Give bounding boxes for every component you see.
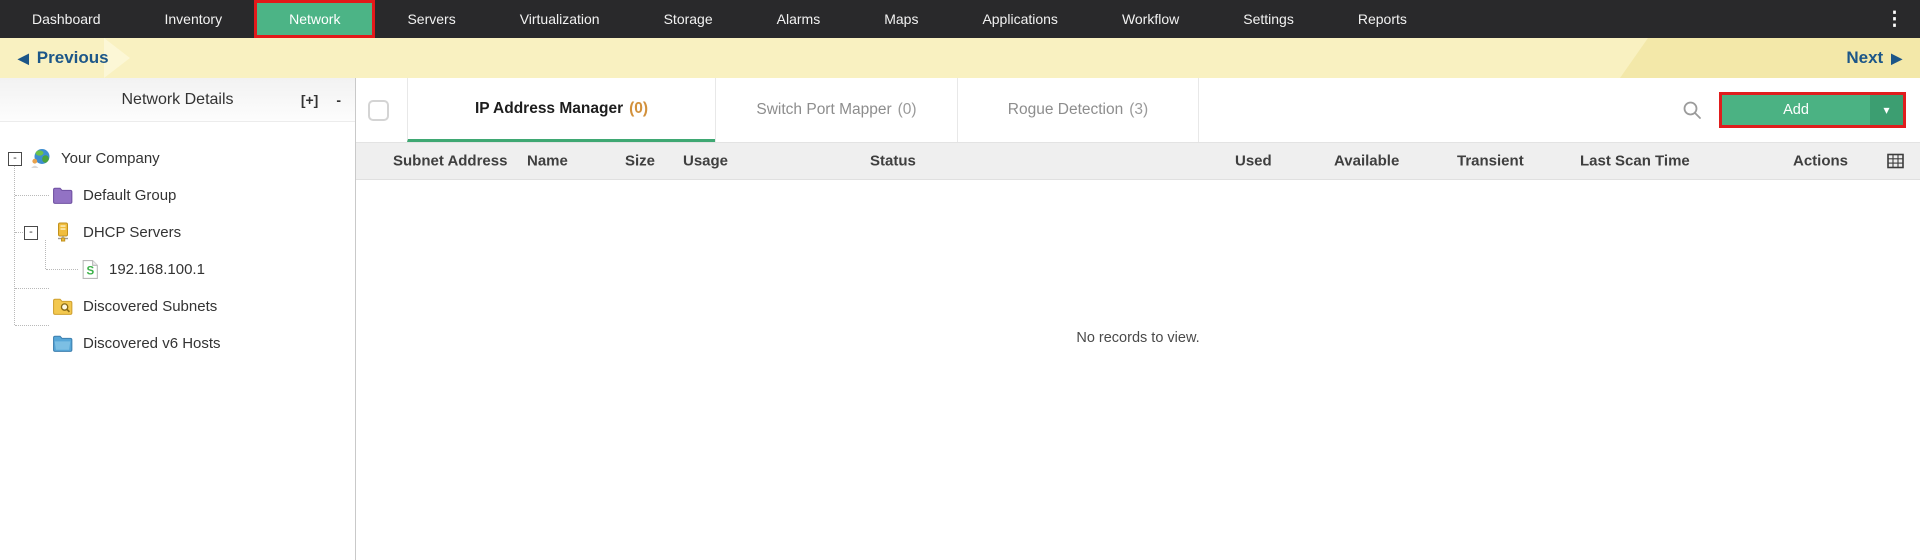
nav-item-settings[interactable]: Settings [1211, 0, 1326, 38]
column-chooser-icon[interactable] [1887, 154, 1904, 169]
tree-connector [45, 240, 46, 269]
blue-folder-icon [52, 334, 73, 353]
nav-item-dashboard[interactable]: Dashboard [0, 0, 133, 38]
column-header-last-scan-time[interactable]: Last Scan Time [1580, 153, 1690, 170]
tab-count: (3) [1129, 101, 1148, 119]
tab-label: Rogue Detection [1008, 101, 1123, 119]
tab-rogue-detection[interactable]: Rogue Detection (3) [957, 78, 1199, 142]
tree-item-label: DHCP Servers [83, 224, 181, 241]
column-header-usage[interactable]: Usage [683, 153, 728, 170]
collapse-toggle-icon[interactable]: - [24, 226, 38, 240]
tree-item-dhcp-servers[interactable]: - DHCP Servers [0, 214, 355, 251]
tree-connector [15, 325, 49, 326]
tree-item-discovered-v6-hosts[interactable]: Discovered v6 Hosts [0, 325, 355, 362]
subnet-document-icon: S [82, 259, 99, 280]
column-header-status[interactable]: Status [870, 153, 916, 170]
tree-item-default-group[interactable]: Default Group [0, 177, 355, 214]
tab-count: (0) [898, 101, 917, 119]
previous-button[interactable]: ◀ Previous [18, 48, 109, 68]
tree-item-discovered-subnets[interactable]: Discovered Subnets [0, 288, 355, 325]
tree-connector [46, 269, 78, 270]
tab-ip-address-manager[interactable]: IP Address Manager (0) [407, 78, 715, 142]
next-button[interactable]: Next ▶ [1846, 48, 1902, 68]
network-details-sidebar: Network Details [+] - - [0, 78, 356, 560]
purple-folder-icon [52, 186, 73, 205]
column-header-name[interactable]: Name [527, 153, 568, 170]
nav-item-servers[interactable]: Servers [375, 0, 487, 38]
main-panel: IP Address Manager (0) Switch Port Mappe… [356, 78, 1920, 560]
nav-item-alarms[interactable]: Alarms [745, 0, 853, 38]
tab-label: IP Address Manager [475, 100, 623, 118]
expand-all-button[interactable]: [+] [301, 92, 319, 108]
nav-item-maps[interactable]: Maps [852, 0, 950, 38]
tree-item-label: Discovered Subnets [83, 298, 217, 315]
empty-table-message: No records to view. [356, 330, 1920, 346]
search-icon[interactable] [1682, 100, 1703, 121]
kebab-menu-icon[interactable]: ⋮ [1869, 0, 1920, 38]
add-dropdown-caret-icon[interactable]: ▾ [1870, 95, 1903, 125]
sidebar-header: Network Details [+] - [0, 78, 355, 122]
column-header-available[interactable]: Available [1334, 153, 1399, 170]
dhcp-server-icon [52, 222, 73, 243]
nav-item-workflow[interactable]: Workflow [1090, 0, 1211, 38]
column-header-actions[interactable]: Actions [1793, 153, 1848, 170]
tree-item-label: 192.168.100.1 [109, 261, 205, 278]
select-all-checkbox[interactable] [368, 100, 389, 121]
search-folder-icon [52, 297, 73, 316]
column-header-size[interactable]: Size [625, 153, 655, 170]
column-header-subnet-address[interactable]: Subnet Address [393, 153, 507, 170]
tab-count: (0) [629, 100, 648, 118]
column-header-used[interactable]: Used [1235, 153, 1272, 170]
nav-item-virtualization[interactable]: Virtualization [488, 0, 632, 38]
company-globe-icon [30, 148, 51, 169]
add-button[interactable]: Add ▾ [1719, 92, 1906, 128]
tree-item-label: Discovered v6 Hosts [83, 335, 221, 352]
nav-item-inventory[interactable]: Inventory [133, 0, 255, 38]
previous-label: Previous [37, 48, 109, 68]
previous-arrow-icon: ◀ [18, 50, 29, 67]
nav-item-network[interactable]: Network [254, 0, 375, 38]
next-label: Next [1846, 48, 1883, 68]
tree-connector [15, 195, 49, 196]
collapse-toggle-icon[interactable]: - [8, 152, 22, 166]
network-tree: - Your Company [0, 122, 355, 362]
tree-connector [15, 288, 49, 289]
top-navigation: Dashboard Inventory Network Servers Virt… [0, 0, 1920, 38]
tab-switch-port-mapper[interactable]: Switch Port Mapper (0) [715, 78, 957, 142]
column-header-transient[interactable]: Transient [1457, 153, 1524, 170]
nav-item-applications[interactable]: Applications [950, 0, 1090, 38]
tree-item-label: Your Company [61, 150, 160, 167]
tab-bar: IP Address Manager (0) Switch Port Mappe… [356, 78, 1920, 142]
collapse-all-button[interactable]: - [336, 92, 341, 108]
carousel-banner: ◀ Previous Next ▶ [0, 38, 1920, 78]
tree-connector [14, 158, 15, 325]
tab-label: Switch Port Mapper [756, 101, 891, 119]
nav-item-reports[interactable]: Reports [1326, 0, 1439, 38]
next-arrow-icon: ▶ [1891, 50, 1902, 67]
tree-item-your-company[interactable]: - Your Company [0, 140, 355, 177]
tree-item-label: Default Group [83, 187, 176, 204]
nav-item-storage[interactable]: Storage [632, 0, 745, 38]
add-button-label[interactable]: Add [1722, 95, 1870, 125]
table-header-row: Subnet Address Name Size Usage Status Us… [356, 142, 1920, 180]
svg-text:S: S [87, 266, 95, 278]
